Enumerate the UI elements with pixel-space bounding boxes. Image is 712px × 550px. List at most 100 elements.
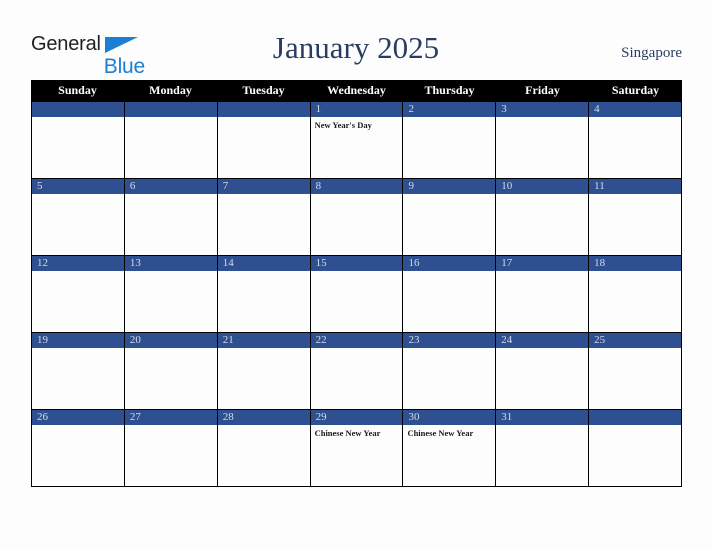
day-events — [125, 194, 217, 255]
day-cell-18[interactable]: 18 — [589, 256, 683, 333]
page-title: January 2025 — [272, 30, 440, 65]
day-events — [218, 194, 310, 255]
weekday-header-thursday: Thursday — [424, 83, 475, 97]
day-cell-30[interactable]: 30 Chinese New Year — [403, 410, 497, 487]
day-cell-20[interactable]: 20 — [124, 333, 218, 410]
day-cell-2[interactable]: 2 — [403, 102, 497, 179]
day-number: 20 — [124, 333, 217, 348]
day-cell-13[interactable]: 13 — [124, 256, 218, 333]
day-number: 17 — [496, 256, 589, 271]
day-number: 21 — [217, 333, 310, 348]
day-cell-26[interactable]: 26 — [32, 410, 125, 487]
country-label: Singapore — [621, 45, 682, 61]
day-cell-9[interactable]: 9 — [403, 179, 497, 256]
day-events — [311, 271, 403, 332]
day-events — [218, 348, 310, 409]
day-cell-8[interactable]: 8 — [310, 179, 404, 256]
day-cell-19[interactable]: 19 — [32, 333, 125, 410]
day-events — [496, 117, 588, 178]
day-cell-10[interactable]: 10 — [496, 179, 590, 256]
day-events — [589, 425, 681, 486]
week-row: 19 20 21 22 23 24 25 — [32, 333, 683, 410]
day-cell-6[interactable]: 6 — [124, 179, 218, 256]
weekday-header-tuesday: Tuesday — [242, 83, 285, 97]
day-cell-empty — [32, 102, 125, 179]
day-cell-7[interactable]: 7 — [217, 179, 311, 256]
day-cell-21[interactable]: 21 — [217, 333, 311, 410]
calendar-page: General Blue January 2025 Singapore Sund… — [0, 0, 712, 550]
day-number: 9 — [403, 179, 496, 194]
day-number: 23 — [403, 333, 496, 348]
day-number: 24 — [496, 333, 589, 348]
day-number: 31 — [496, 410, 589, 425]
day-cell-empty — [589, 410, 683, 487]
day-cell-23[interactable]: 23 — [403, 333, 497, 410]
day-cell-12[interactable]: 12 — [32, 256, 125, 333]
day-number: 5 — [32, 179, 124, 194]
day-number: 19 — [32, 333, 124, 348]
day-number: 13 — [124, 256, 217, 271]
day-events — [125, 425, 217, 486]
day-cell-14[interactable]: 14 — [217, 256, 311, 333]
weekday-header-saturday: Saturday — [611, 83, 660, 97]
day-cell-3[interactable]: 3 — [496, 102, 590, 179]
calendar-weeks: 1 New Year's Day 2 3 4 5 6 7 8 9 10 11 12 13 14 15 16 17 1… — [31, 101, 683, 487]
day-cell-28[interactable]: 28 — [217, 410, 311, 487]
day-events — [589, 271, 681, 332]
week-row: 26 27 28 29 Chinese New Year 30 Chinese New Ye… — [32, 410, 683, 487]
day-number: 11 — [589, 179, 682, 194]
day-events — [125, 271, 217, 332]
day-number: 6 — [124, 179, 217, 194]
day-events — [32, 194, 124, 255]
week-row: 1 New Year's Day 2 3 4 — [32, 102, 683, 179]
day-number: 2 — [403, 102, 496, 117]
day-cell-22[interactable]: 22 — [310, 333, 404, 410]
day-cell-29[interactable]: 29 Chinese New Year — [310, 410, 404, 487]
day-number: 7 — [217, 179, 310, 194]
day-number: 22 — [310, 333, 403, 348]
day-events — [496, 194, 588, 255]
day-events — [589, 194, 681, 255]
day-events — [403, 271, 495, 332]
day-events — [496, 425, 588, 486]
day-number: 12 — [32, 256, 124, 271]
day-events — [218, 117, 310, 178]
day-events — [403, 348, 495, 409]
day-cell-5[interactable]: 5 — [32, 179, 125, 256]
day-number — [124, 102, 217, 117]
day-events: New Year's Day — [311, 117, 403, 178]
day-events — [589, 117, 681, 178]
day-events — [218, 271, 310, 332]
day-cell-31[interactable]: 31 — [496, 410, 590, 487]
day-cell-25[interactable]: 25 — [589, 333, 683, 410]
weekday-header-monday: Monday — [149, 83, 192, 97]
day-cell-empty — [124, 102, 218, 179]
day-number: 14 — [217, 256, 310, 271]
day-events — [32, 117, 124, 178]
day-number: 15 — [310, 256, 403, 271]
day-cell-27[interactable]: 27 — [124, 410, 218, 487]
day-cell-16[interactable]: 16 — [403, 256, 497, 333]
day-cell-15[interactable]: 15 — [310, 256, 404, 333]
day-events — [403, 117, 495, 178]
weekday-header-sunday: Sunday — [58, 83, 97, 97]
day-cell-4[interactable]: 4 — [589, 102, 683, 179]
day-cell-1[interactable]: 1 New Year's Day — [310, 102, 404, 179]
day-events — [496, 348, 588, 409]
day-number: 27 — [124, 410, 217, 425]
day-events — [125, 117, 217, 178]
week-row: 5 6 7 8 9 10 11 — [32, 179, 683, 256]
calendar-grid: Sunday Monday Tuesday Wednesday Thursday Frid… — [31, 80, 683, 487]
day-cell-24[interactable]: 24 — [496, 333, 590, 410]
day-events — [403, 194, 495, 255]
weekday-header-row: Sunday Monday Tuesday Wednesday Thursday Frid… — [31, 80, 682, 101]
day-cell-17[interactable]: 17 — [496, 256, 590, 333]
day-number — [217, 102, 310, 117]
day-number: 3 — [496, 102, 589, 117]
day-events — [32, 348, 124, 409]
holiday-label: Chinese New Year — [407, 428, 474, 438]
day-number: 16 — [403, 256, 496, 271]
day-number: 28 — [217, 410, 310, 425]
day-cell-11[interactable]: 11 — [589, 179, 683, 256]
day-number: 18 — [589, 256, 682, 271]
